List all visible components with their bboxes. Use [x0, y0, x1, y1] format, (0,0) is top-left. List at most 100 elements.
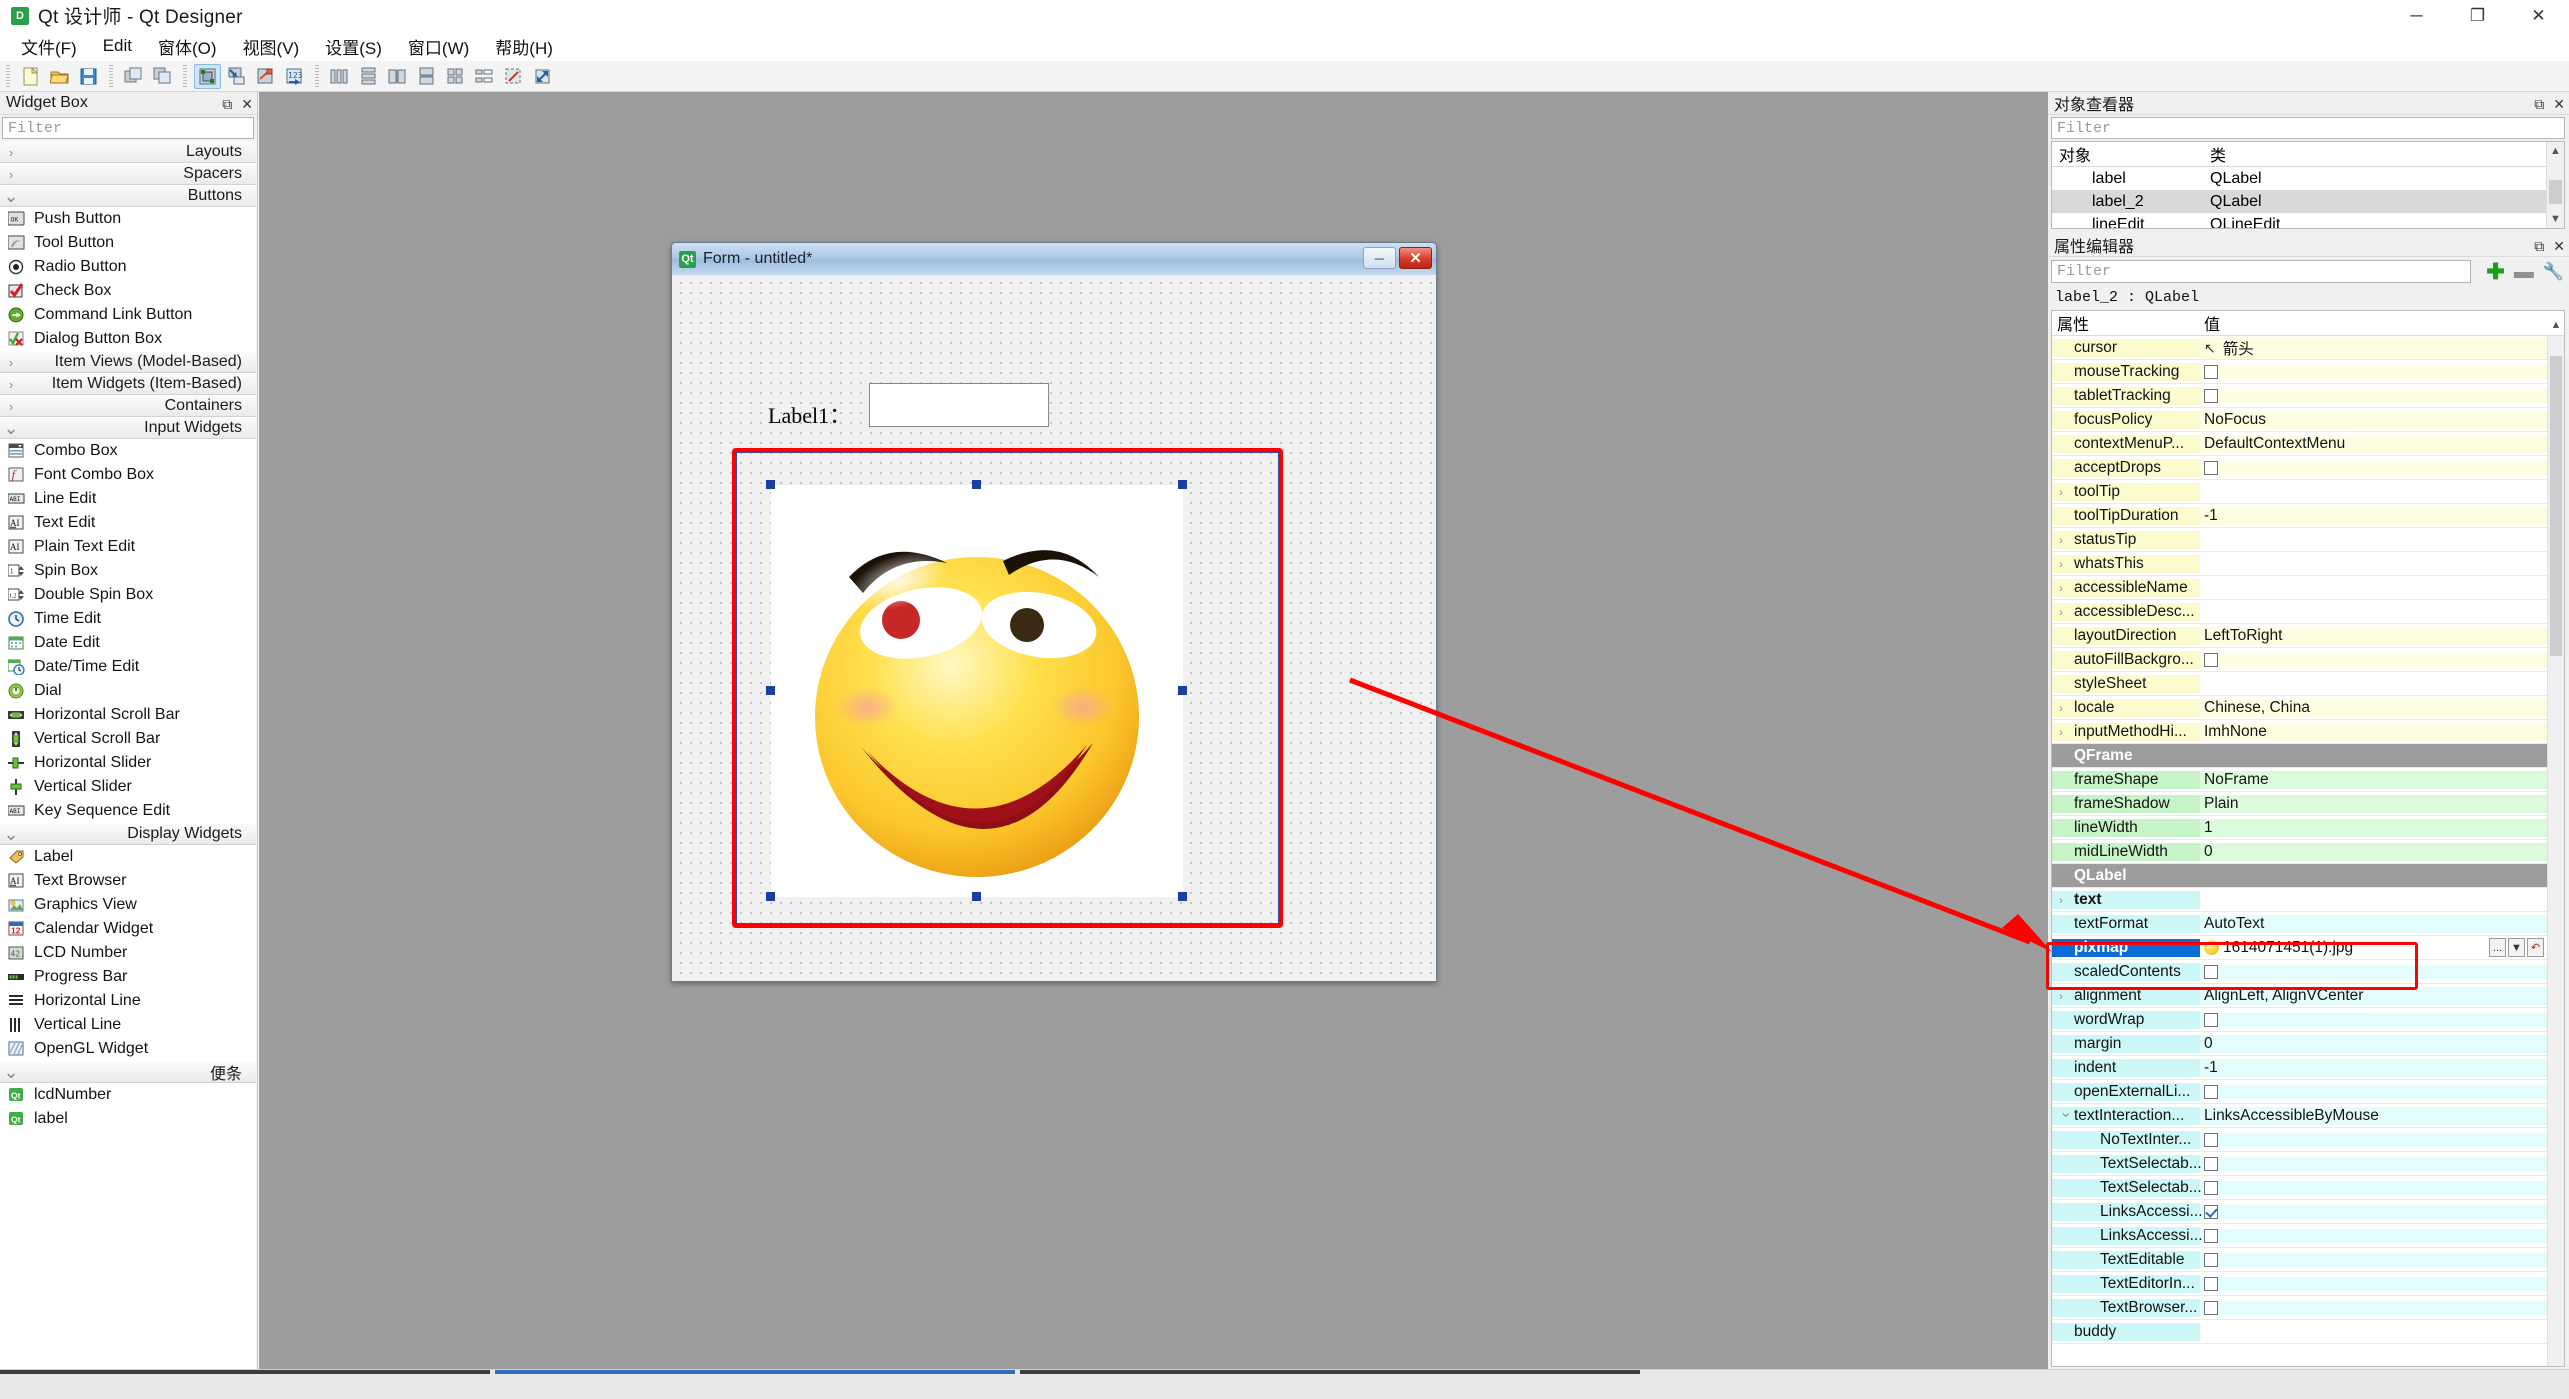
widget-item-vertical-line[interactable]: Vertical Line	[0, 1013, 256, 1037]
object-inspector-row[interactable]: label_2 QLabel	[2052, 190, 2564, 213]
scroll-up-icon[interactable]: ▲	[2548, 316, 2564, 334]
property-checkbox[interactable]	[2204, 1300, 2218, 1315]
property-value-cell[interactable]: AlignLeft, AlignVCenter	[2200, 986, 2547, 1005]
property-checkbox[interactable]	[2204, 364, 2218, 379]
widget-item-date-edit[interactable]: Date Edit	[0, 631, 256, 655]
plus-icon[interactable]: ✚	[2486, 260, 2504, 283]
property-value-cell[interactable]: LinksAccessibleByMouse	[2200, 1106, 2547, 1125]
layout-grid-icon[interactable]	[442, 64, 469, 89]
property-row-inputmethodhi[interactable]: › inputMethodHi... ImhNone	[2052, 720, 2547, 744]
menu-view[interactable]: 视图(V)	[230, 31, 313, 62]
widget-group-spacers[interactable]: › Spacers	[0, 163, 256, 185]
property-value-cell[interactable]: AutoText	[2200, 914, 2547, 933]
widget-item-horizontal-scroll-bar[interactable]: Horizontal Scroll Bar	[0, 703, 256, 727]
widget-item-vertical-slider[interactable]: Vertical Slider	[0, 775, 256, 799]
widget-item-font-combo-box[interactable]: f Font Combo Box	[0, 463, 256, 487]
edit-widgets-icon[interactable]	[194, 63, 221, 89]
resize-handle-mid-right[interactable]	[1178, 686, 1187, 695]
edit-signals-icon[interactable]	[223, 64, 250, 89]
layout-form-icon[interactable]	[471, 64, 498, 89]
property-value-cell[interactable]: 0	[2200, 842, 2547, 861]
property-row-textbrowser[interactable]: TextBrowser...	[2052, 1296, 2547, 1320]
scroll-up-icon[interactable]: ▲	[2547, 142, 2564, 160]
property-group-qframe[interactable]: ⌄ QFrame	[2052, 744, 2547, 768]
property-row-tooltipduration[interactable]: toolTipDuration -1	[2052, 504, 2547, 528]
close-icon[interactable]: ✕	[2553, 97, 2565, 111]
property-row-margin[interactable]: margin 0	[2052, 1032, 2547, 1056]
widget-item-plain-text-edit[interactable]: AI Plain Text Edit	[0, 535, 256, 559]
property-row-texteditable[interactable]: TextEditable	[2052, 1248, 2547, 1272]
object-inspector-row[interactable]: label QLabel	[2052, 167, 2564, 190]
property-checkbox[interactable]	[2204, 1180, 2218, 1195]
property-value-cell[interactable]: Chinese, China	[2200, 698, 2547, 717]
property-row-tablettracking[interactable]: tabletTracking	[2052, 384, 2547, 408]
property-value-cell[interactable]	[2200, 364, 2547, 379]
property-row-notextinter[interactable]: NoTextInter...	[2052, 1128, 2547, 1152]
property-row-cursor[interactable]: cursor ↖ 箭头	[2052, 336, 2547, 360]
property-value-cell[interactable]: 1	[2200, 818, 2547, 837]
widget-item-spin-box[interactable]: 1 Spin Box	[0, 559, 256, 583]
resize-handle-mid-left[interactable]	[766, 686, 775, 695]
form-close-button[interactable]: ✕	[1399, 247, 1432, 269]
property-value-cell[interactable]	[2200, 460, 2547, 475]
property-row-indent[interactable]: indent -1	[2052, 1056, 2547, 1080]
restore-icon[interactable]: ⧉	[222, 97, 232, 111]
property-value-cell[interactable]: DefaultContextMenu	[2200, 434, 2547, 453]
pixmap-dropdown-button[interactable]: ▼	[2508, 938, 2525, 957]
widget-group-buttons[interactable]: ⌄ Buttons	[0, 185, 256, 207]
chevron-right-icon[interactable]: ›	[2059, 989, 2063, 1003]
property-row-accessiblename[interactable]: › accessibleName	[2052, 576, 2547, 600]
column-header-value[interactable]: 值	[2200, 311, 2564, 335]
property-editor-filter-input[interactable]: Filter	[2051, 260, 2471, 283]
property-row-mousetracking[interactable]: mouseTracking	[2052, 360, 2547, 384]
edit-tab-order-icon[interactable]: 123	[281, 64, 308, 89]
widget-item-line-edit[interactable]: ABI Line Edit	[0, 487, 256, 511]
form-minimize-button[interactable]: ─	[1363, 247, 1396, 269]
layout-splitter-v-icon[interactable]	[413, 64, 440, 89]
property-checkbox[interactable]	[2204, 460, 2218, 475]
property-value-cell[interactable]	[2200, 1300, 2547, 1315]
copy-window-icon[interactable]	[120, 64, 147, 89]
property-row-text[interactable]: › text	[2052, 888, 2547, 912]
property-editor-scrollbar[interactable]: ▲	[2547, 319, 2564, 1366]
widget-item-tool-button[interactable]: Tool Button	[0, 231, 256, 255]
property-value-cell[interactable]: ↖ 箭头	[2200, 336, 2547, 359]
chevron-down-icon[interactable]: ⌄	[2059, 1102, 2072, 1122]
widget-group-item-views-model-based[interactable]: › Item Views (Model-Based)	[0, 351, 256, 373]
widget-item-text-browser[interactable]: AI Text Browser	[0, 869, 256, 893]
widget-item-horizontal-slider[interactable]: Horizontal Slider	[0, 751, 256, 775]
maximize-button[interactable]: ❐	[2447, 0, 2508, 31]
property-row-textformat[interactable]: textFormat AutoText	[2052, 912, 2547, 936]
property-row-statustip[interactable]: › statusTip	[2052, 528, 2547, 552]
property-row-linksaccessi[interactable]: LinksAccessi...	[2052, 1224, 2547, 1248]
widget-group-containers[interactable]: › Containers	[0, 395, 256, 417]
widget-box-list[interactable]: › Layouts › Spacers ⌄ Buttons OK Push Button Too…	[0, 141, 256, 1369]
object-inspector-row[interactable]: lineEdit QLineEdit	[2052, 213, 2564, 229]
column-header-class[interactable]: 类	[2210, 142, 2564, 166]
widget-group-layouts[interactable]: › Layouts	[0, 141, 256, 163]
chevron-right-icon[interactable]: ›	[2059, 893, 2063, 907]
form-label-1[interactable]: Label1：	[768, 398, 851, 430]
widget-item-key-sequence-edit[interactable]: ABI Key Sequence Edit	[0, 799, 256, 823]
chevron-right-icon[interactable]: ›	[2059, 533, 2063, 547]
property-value-cell[interactable]: ImhNone	[2200, 722, 2547, 741]
menu-form[interactable]: 窗体(O)	[145, 31, 230, 62]
property-value-cell[interactable]: LeftToRight	[2200, 626, 2547, 645]
widget-item-graphics-view[interactable]: Graphics View	[0, 893, 256, 917]
menu-settings[interactable]: 设置(S)	[312, 31, 395, 62]
property-row-midlinewidth[interactable]: midLineWidth 0	[2052, 840, 2547, 864]
property-checkbox[interactable]	[2204, 1276, 2218, 1291]
property-value-cell[interactable]: 0	[2200, 1034, 2547, 1053]
close-icon[interactable]: ✕	[2553, 239, 2565, 253]
property-value-cell[interactable]: Plain	[2200, 794, 2547, 813]
design-canvas[interactable]: Qt Form - untitled* ─ ✕ Label1：	[259, 92, 2048, 1369]
property-row-accessibledesc[interactable]: › accessibleDesc...	[2052, 600, 2547, 624]
menu-edit[interactable]: Edit	[90, 33, 145, 59]
minus-icon[interactable]: ▬	[2514, 262, 2534, 282]
column-header-object[interactable]: 对象	[2052, 142, 2210, 166]
form-line-edit[interactable]	[869, 383, 1049, 427]
toolbar-grip[interactable]	[6, 65, 10, 87]
widget-item-double-spin-box[interactable]: 1.2 Double Spin Box	[0, 583, 256, 607]
menu-file[interactable]: 文件(F)	[8, 31, 90, 62]
toolbar-grip[interactable]	[109, 65, 113, 87]
